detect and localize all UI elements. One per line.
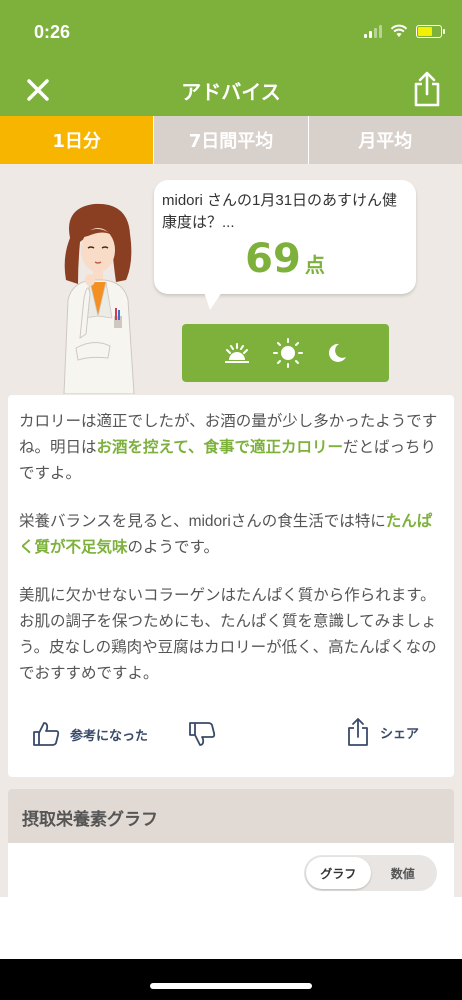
tab-7-day-average[interactable]: 7日間平均 bbox=[153, 116, 307, 164]
period-tabs: 1日分 7日間平均 月平均 bbox=[0, 116, 462, 164]
navigation-bar: アドバイス bbox=[0, 64, 462, 116]
segment-graph[interactable]: グラフ bbox=[306, 857, 371, 889]
health-score: 69 点 bbox=[154, 236, 416, 282]
battery-icon bbox=[416, 24, 445, 38]
wifi-icon bbox=[390, 24, 408, 37]
status-icons bbox=[364, 24, 445, 38]
health-score-value: 69 bbox=[245, 236, 301, 282]
advice-text: カロリーは適正でしたが、お酒の量が少し多かったようですね。明日はお酒を控えて、食… bbox=[19, 409, 439, 709]
status-bar: 0:26 bbox=[0, 0, 462, 64]
sunrise-icon[interactable] bbox=[223, 342, 251, 364]
helpful-button[interactable]: 参考になった bbox=[32, 721, 148, 747]
cellular-signal-icon bbox=[364, 24, 382, 38]
advice-content: midori さんの1月31日のあすけん健康度は？... 69 点 カロリーは適… bbox=[0, 164, 462, 897]
moon-icon[interactable] bbox=[325, 341, 349, 365]
advice-paragraph-collagen: 美肌に欠かせないコラーゲンはたんぱく質から作られます。お肌の調子を保つためにも、… bbox=[19, 587, 437, 682]
time-of-day-selector bbox=[182, 324, 389, 382]
score-bubble: midori さんの1月31日のあすけん健康度は？... 69 点 bbox=[154, 180, 416, 310]
helpful-label: 参考になった bbox=[70, 727, 149, 743]
home-bar bbox=[0, 959, 462, 1000]
share-icon bbox=[348, 718, 368, 746]
advice-paragraph-nutrition: 栄養バランスを見ると、midoriさんの食生活では特にたんぱく質が不足気味のよう… bbox=[19, 513, 433, 556]
advice-card: カロリーは適正でしたが、お酒の量が少し多かったようですね。明日はお酒を控えて、食… bbox=[8, 395, 454, 777]
page-title: アドバイス bbox=[181, 80, 281, 104]
dietitian-illustration bbox=[63, 203, 135, 394]
sun-icon[interactable] bbox=[272, 338, 303, 368]
advice-highlight-alcohol: お酒を控えて、食事で適正カロリー bbox=[96, 439, 343, 456]
home-indicator[interactable] bbox=[150, 983, 312, 989]
share-icon[interactable] bbox=[410, 70, 444, 108]
bubble-message: midori さんの1月31日のあすけん健康度は？... bbox=[162, 192, 398, 231]
health-score-unit: 点 bbox=[304, 253, 325, 277]
close-icon[interactable] bbox=[22, 74, 54, 106]
graph-view-toggle: グラフ 数値 bbox=[304, 855, 437, 891]
thumbs-up-icon bbox=[33, 722, 60, 746]
advice-paragraph-calorie: カロリーは適正でしたが、お酒の量が少し多かったようですね。明日はお酒を控えて、食… bbox=[19, 413, 438, 482]
share-advice-button[interactable]: シェア bbox=[346, 717, 419, 747]
share-label: シェア bbox=[380, 725, 420, 741]
tab-monthly-average[interactable]: 月平均 bbox=[307, 116, 462, 164]
status-time: 0:26 bbox=[34, 22, 71, 42]
thumbs-down-icon bbox=[189, 722, 216, 746]
graph-title: 摂取栄養素グラフ bbox=[8, 789, 454, 843]
bottom-spacer bbox=[0, 897, 462, 959]
tab-1-day[interactable]: 1日分 bbox=[0, 116, 154, 164]
segment-values[interactable]: 数値 bbox=[371, 857, 436, 889]
nutrient-graph-card: 摂取栄養素グラフ グラフ 数値 bbox=[8, 789, 454, 897]
not-helpful-button[interactable] bbox=[188, 721, 216, 751]
advice-actions: 参考になった シェア bbox=[8, 715, 454, 753]
